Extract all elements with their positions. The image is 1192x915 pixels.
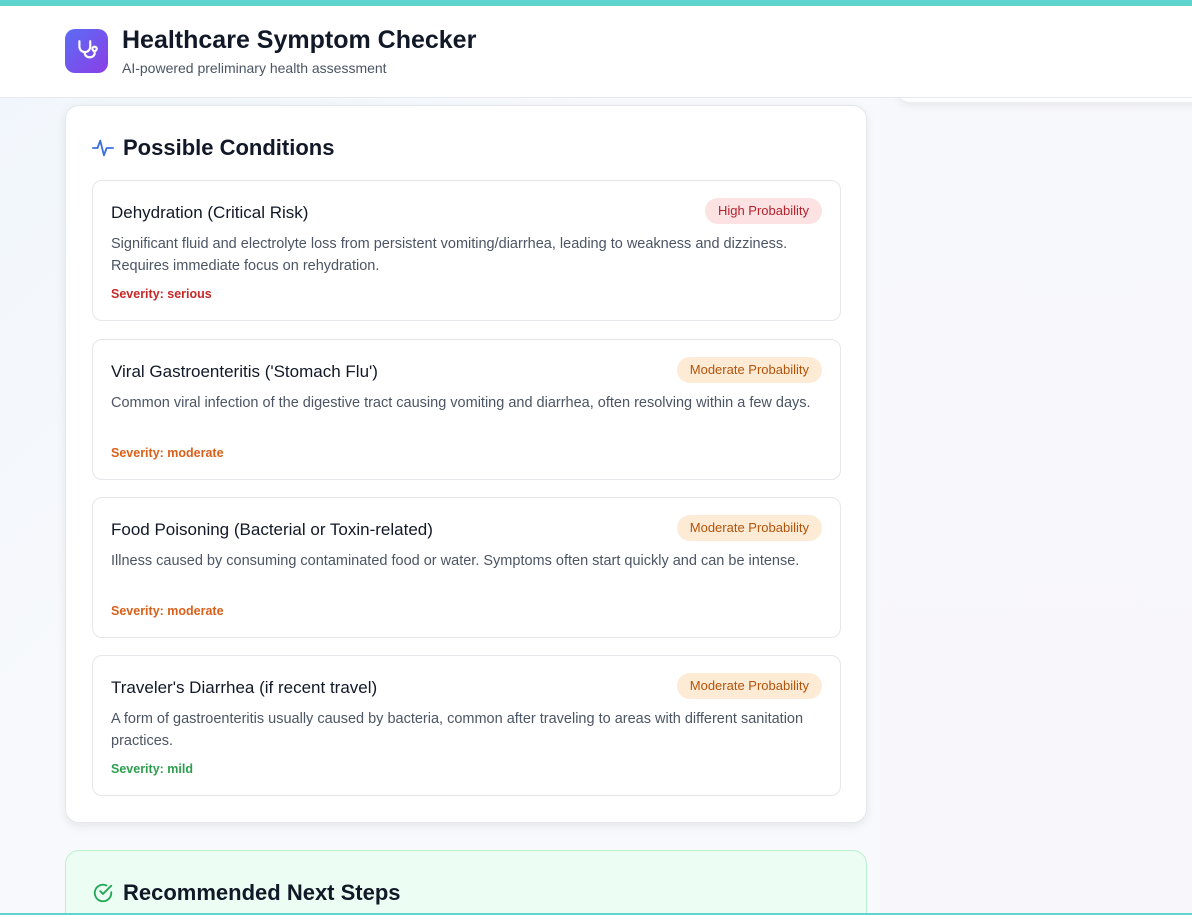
condition-description: Significant fluid and electrolyte loss f…	[111, 236, 788, 274]
probability-badge: Moderate Probability	[676, 515, 822, 541]
condition-name: Traveler's Diarrhea (if recent travel)	[111, 678, 378, 697]
next-steps-card: Recommended Next Steps	[65, 850, 867, 915]
activity-pulse-icon	[92, 139, 114, 157]
app-subtitle: AI-powered preliminary health assessment	[122, 60, 387, 76]
stethoscope-icon	[77, 40, 98, 59]
condition-name: Dehydration (Critical Risk)	[111, 203, 309, 222]
app-logo	[65, 29, 108, 73]
condition-card[interactable]: Traveler's Diarrhea (if recent travel) M…	[92, 655, 841, 796]
right-panel-background	[880, 0, 1192, 915]
section-title: Recommended Next Steps	[123, 880, 401, 905]
check-circle-icon	[93, 883, 113, 903]
app-header: Healthcare Symptom Checker AI-powered pr…	[0, 6, 1192, 98]
condition-card[interactable]: Dehydration (Critical Risk) High Probabi…	[92, 180, 841, 321]
probability-badge: Moderate Probability	[676, 673, 822, 699]
condition-card[interactable]: Food Poisoning (Bacterial or Toxin-relat…	[92, 497, 841, 638]
condition-description: Common viral infection of the digestive …	[111, 395, 811, 411]
severity-label: Severity: serious	[111, 287, 212, 301]
probability-badge: High Probability	[704, 198, 822, 224]
condition-name: Viral Gastroenteritis ('Stomach Flu')	[111, 362, 378, 381]
severity-label: Severity: moderate	[111, 446, 224, 460]
severity-label: Severity: moderate	[111, 604, 224, 618]
section-heading: Possible Conditions	[92, 135, 334, 161]
condition-description: Illness caused by consuming contaminated…	[111, 553, 800, 569]
condition-card[interactable]: Viral Gastroenteritis ('Stomach Flu') Mo…	[92, 339, 841, 480]
probability-badge: Moderate Probability	[676, 357, 822, 383]
app-title: Healthcare Symptom Checker	[122, 26, 477, 54]
section-heading: Recommended Next Steps	[92, 880, 401, 906]
severity-label: Severity: mild	[111, 762, 193, 776]
section-title: Possible Conditions	[123, 135, 335, 160]
condition-name: Food Poisoning (Bacterial or Toxin-relat…	[111, 520, 433, 539]
possible-conditions-card: Possible Conditions Dehydration (Critica…	[65, 105, 867, 823]
condition-description: A form of gastroenteritis usually caused…	[111, 711, 804, 749]
